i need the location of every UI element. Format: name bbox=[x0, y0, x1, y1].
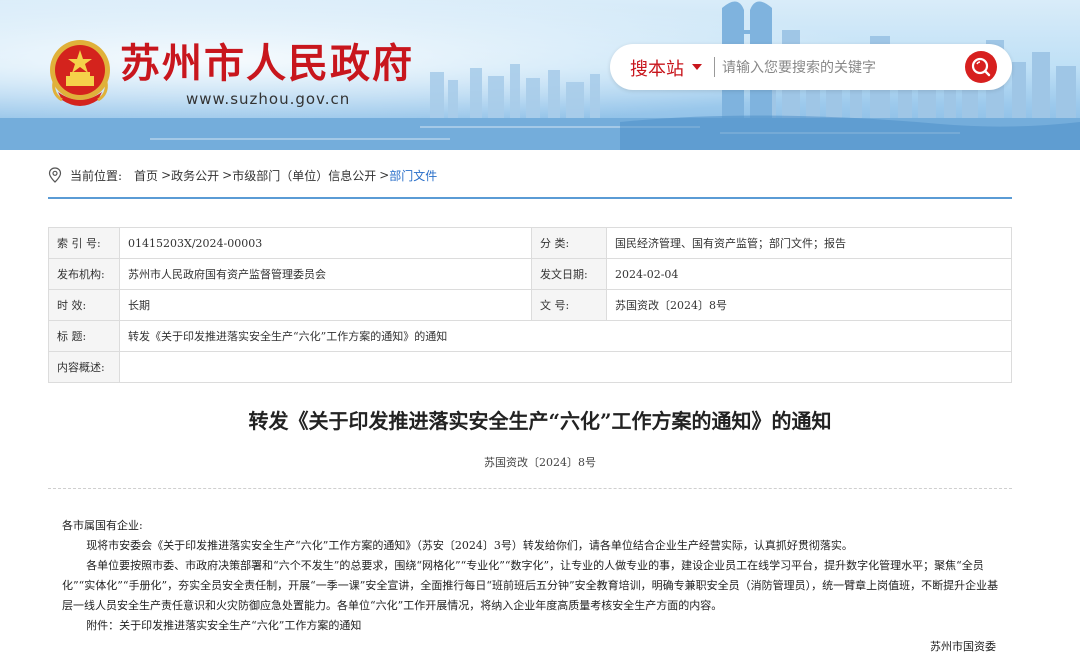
search-icon bbox=[971, 57, 991, 77]
breadcrumb-separator: > bbox=[222, 168, 233, 182]
table-row: 索 引 号: 01415203X/2024-00003 分 类: 国民经济管理、… bbox=[48, 227, 1012, 259]
title-label: 标 题: bbox=[48, 320, 120, 352]
table-row: 内容概述: bbox=[48, 351, 1012, 383]
search-box: 搜本站 bbox=[610, 44, 1012, 90]
issuer-value: 苏州市人民政府国有资产监督管理委员会 bbox=[119, 258, 532, 290]
breadcrumb-divider bbox=[48, 197, 1012, 199]
table-row: 发布机构: 苏州市人民政府国有资产监督管理委员会 发文日期: 2024-02-0… bbox=[48, 258, 1012, 290]
issuer-label: 发布机构: bbox=[48, 258, 120, 290]
validity-value: 长期 bbox=[119, 289, 532, 321]
article-title: 转发《关于印发推进落实安全生产“六化”工作方案的通知》的通知 bbox=[248, 409, 832, 433]
index-label: 索 引 号: bbox=[48, 227, 120, 259]
article-paragraph: 各单位要按照市委、市政府决策部署和“六个不发生”的总要求，围绕“网格化”“专业化… bbox=[62, 559, 999, 612]
article-paragraph: 现将市安委会《关于印发推进落实安全生产“六化”工作方案的通知》（苏安〔2024〕… bbox=[86, 539, 853, 552]
category-label: 分 类: bbox=[531, 227, 607, 259]
search-button[interactable] bbox=[965, 51, 997, 83]
breadcrumb-current[interactable]: 部门文件 bbox=[389, 167, 437, 184]
summary-value bbox=[119, 351, 1012, 383]
article-salutation: 各市属国有企业: bbox=[62, 519, 143, 532]
category-value: 国民经济管理、国有资产监管；部门文件；报告 bbox=[606, 227, 1012, 259]
index-value: 01415203X/2024-00003 bbox=[119, 227, 532, 259]
table-row: 时 效: 长期 文 号: 苏国资改〔2024〕8号 bbox=[48, 289, 1012, 321]
document-info-table: 索 引 号: 01415203X/2024-00003 分 类: 国民经济管理、… bbox=[48, 227, 1012, 383]
site-url: www.suzhou.gov.cn bbox=[186, 90, 351, 108]
site-title[interactable]: 苏州市人民政府 bbox=[120, 40, 414, 88]
breadcrumb-dept-info[interactable]: 市级部门（单位）信息公开 bbox=[232, 167, 376, 184]
header-banner: 苏州市人民政府 www.suzhou.gov.cn 搜本站 bbox=[0, 0, 1080, 150]
article-body: 各市属国有企业: 现将市安委会《关于印发推进落实安全生产“六化”工作方案的通知》… bbox=[62, 516, 1008, 636]
breadcrumb: 当前位置: 首页 > 政务公开 > 市级部门（单位）信息公开 > 部门文件 bbox=[48, 166, 437, 184]
article-divider bbox=[48, 488, 1012, 489]
date-value: 2024-02-04 bbox=[606, 258, 1012, 290]
breadcrumb-separator: > bbox=[161, 168, 172, 182]
article-attachment-link[interactable]: 附件：关于印发推进落实安全生产“六化”工作方案的通知 bbox=[62, 616, 1008, 636]
search-divider bbox=[714, 57, 715, 77]
article-signature: 苏州市国资委 bbox=[930, 640, 996, 653]
national-emblem-icon bbox=[50, 40, 110, 106]
search-scope-select[interactable]: 搜本站 bbox=[630, 55, 684, 81]
date-label: 发文日期: bbox=[531, 258, 607, 290]
summary-label: 内容概述: bbox=[48, 351, 120, 383]
search-input[interactable] bbox=[720, 54, 964, 82]
breadcrumb-separator: > bbox=[379, 168, 390, 182]
docno-value: 苏国资改〔2024〕8号 bbox=[606, 289, 1012, 321]
location-pin-icon bbox=[48, 167, 62, 183]
dropdown-caret-icon[interactable] bbox=[692, 64, 702, 70]
validity-label: 时 效: bbox=[48, 289, 120, 321]
breadcrumb-prefix: 当前位置: bbox=[70, 168, 123, 183]
title-value: 转发《关于印发推进落实安全生产“六化”工作方案的通知》的通知 bbox=[119, 320, 1012, 352]
article-doc-number: 苏国资改〔2024〕8号 bbox=[484, 456, 596, 469]
breadcrumb-home[interactable]: 首页 bbox=[134, 167, 158, 184]
table-row: 标 题: 转发《关于印发推进落实安全生产“六化”工作方案的通知》的通知 bbox=[48, 320, 1012, 352]
breadcrumb-gov-affairs[interactable]: 政务公开 bbox=[171, 167, 219, 184]
docno-label: 文 号: bbox=[531, 289, 607, 321]
